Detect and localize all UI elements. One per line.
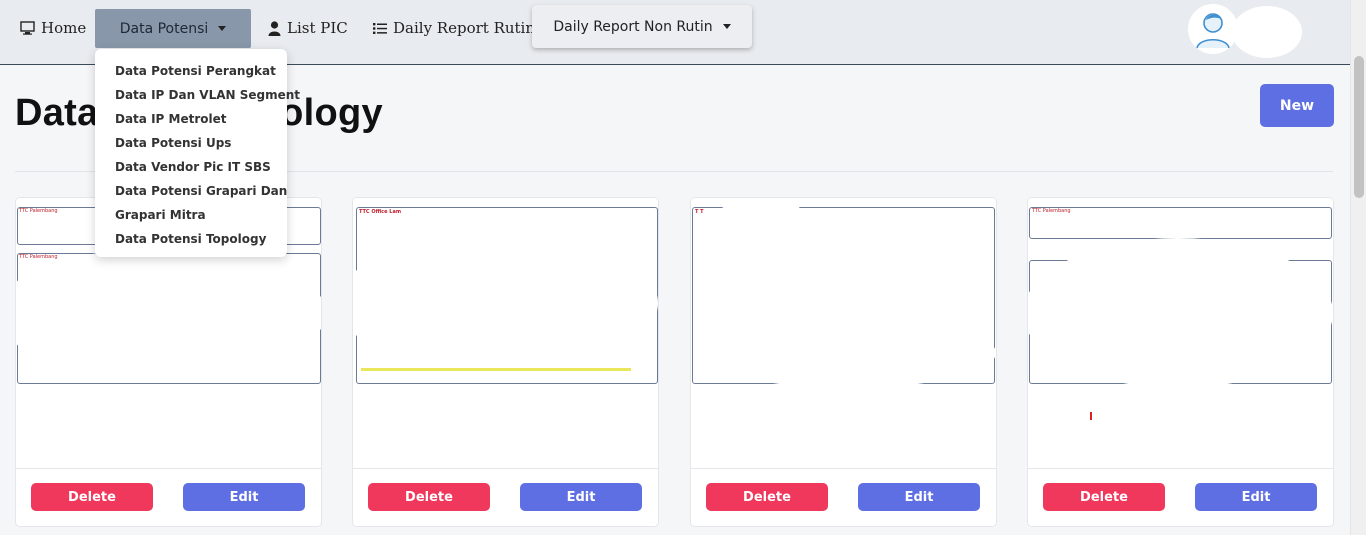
topology-card: T T Delete Edit	[690, 197, 997, 527]
user-icon	[268, 20, 281, 36]
edit-button[interactable]: Edit	[520, 483, 642, 511]
redacted-region	[1028, 238, 1333, 388]
edit-button[interactable]: Edit	[858, 483, 980, 511]
dropdown-item-data-potensi-grapari[interactable]: Data Potensi Grapari Dan	[95, 179, 287, 203]
diagram-line	[361, 368, 631, 371]
redacted-region	[353, 233, 658, 373]
card-footer: Delete Edit	[16, 468, 321, 526]
caret-down-icon	[218, 26, 227, 31]
redacted-region	[716, 198, 806, 238]
dropdown-item-data-potensi-topology[interactable]: Data Potensi Topology	[95, 227, 287, 251]
redacted-region	[16, 248, 321, 378]
nav-home[interactable]: Home	[20, 0, 86, 56]
card-image-label: TTC Palembang	[19, 254, 58, 260]
redacted-region	[701, 318, 996, 388]
nav-list-pic[interactable]: List PIC	[268, 0, 348, 56]
nav-daily-report-rutin-label: Daily Report Rutin	[393, 19, 536, 37]
card-image-label: TTC Palembang	[1032, 208, 1071, 214]
desktop-icon	[20, 21, 35, 35]
user-avatar-icon	[1189, 5, 1237, 53]
edit-button[interactable]: Edit	[1195, 483, 1317, 511]
topology-card: TTC Palembang Delete Edit	[1027, 197, 1334, 527]
topology-image[interactable]: TTC Office Lam	[353, 198, 658, 468]
scrollbar-thumb[interactable]	[1354, 56, 1364, 198]
dropdown-item-data-ip-vlan-segment[interactable]: Data IP Dan VLAN Segment	[95, 83, 300, 107]
card-footer: Delete Edit	[353, 468, 658, 526]
caret-down-icon	[722, 24, 731, 29]
topology-image[interactable]: T T	[691, 198, 996, 468]
card-footer: Delete Edit	[1028, 468, 1333, 526]
nav-data-potensi-label: Data Potensi	[119, 20, 209, 37]
avatar[interactable]	[1188, 4, 1238, 54]
data-potensi-dropdown-menu: Data Potensi Perangkat Data IP Dan VLAN …	[95, 49, 300, 257]
card-image-label: T T	[695, 209, 704, 215]
topology-card: TTC Office Lam Delete Edit	[352, 197, 659, 527]
delete-button[interactable]: Delete	[31, 483, 153, 511]
dropdown-item-data-vendor-pic[interactable]: Data Vendor Pic IT SBS	[95, 155, 287, 179]
card-image-label: TTC Palembang	[19, 208, 58, 214]
nav-list-pic-label: List PIC	[287, 19, 348, 37]
card-image-label: TTC Office Lam	[359, 209, 402, 215]
dropdown-item-data-potensi-perangkat[interactable]: Data Potensi Perangkat	[95, 59, 287, 83]
edit-button[interactable]: Edit	[183, 483, 305, 511]
nav-daily-report-non-rutin[interactable]: Daily Report Non Rutin	[532, 5, 752, 48]
page-title-left: Data	[15, 92, 99, 134]
nav-data-potensi[interactable]: Data Potensi	[95, 9, 251, 48]
nav-home-label: Home	[41, 19, 87, 37]
topology-image[interactable]: TTC Palembang	[1028, 198, 1333, 468]
dropdown-item-data-ip-metrolet[interactable]: Data IP Metrolet	[95, 107, 287, 131]
nav-daily-report-rutin[interactable]: Daily Report Rutin	[373, 0, 535, 56]
scrollbar[interactable]	[1350, 0, 1366, 535]
delete-button[interactable]: Delete	[368, 483, 490, 511]
nav-daily-report-non-rutin-label: Daily Report Non Rutin	[553, 18, 713, 35]
diagram-mark	[1090, 412, 1092, 420]
delete-button[interactable]: Delete	[706, 483, 828, 511]
redacted-username	[1232, 6, 1302, 58]
card-footer: Delete Edit	[691, 468, 996, 526]
list-icon	[373, 22, 387, 35]
dropdown-item-grapari-mitra[interactable]: Grapari Mitra	[95, 203, 287, 227]
delete-button[interactable]: Delete	[1043, 483, 1165, 511]
new-button[interactable]: New	[1260, 84, 1334, 127]
dropdown-item-data-potensi-ups[interactable]: Data Potensi Ups	[95, 131, 287, 155]
